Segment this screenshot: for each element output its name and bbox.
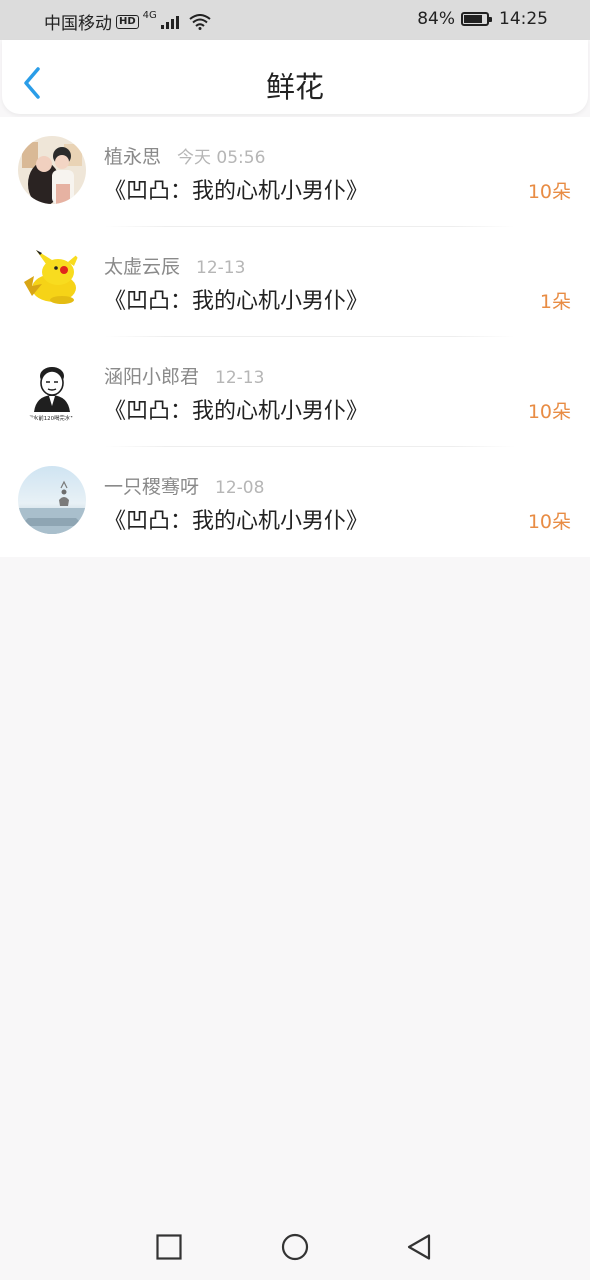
flower-count: 10朵 (527, 401, 571, 423)
flower-record-row[interactable]: 植永思 今天 05:56 《凹凸：我的心机小男仆》 10朵 (0, 117, 590, 227)
meme-caption: 喝水前120喝完水1? (28, 414, 77, 422)
flower-record-row[interactable]: 一只稷骞呀 12-08 《凹凸：我的心机小男仆》 10朵 (0, 447, 590, 557)
network-label: 4G (142, 10, 157, 21)
triangle-back-icon (407, 1234, 431, 1260)
home-button[interactable] (280, 1232, 310, 1262)
page-title: 鲜花 (265, 70, 324, 104)
signal-icon (160, 15, 179, 29)
pikachu-avatar-icon (18, 246, 86, 314)
battery-percent: 84% (417, 9, 455, 29)
meditation-avatar-icon (18, 466, 86, 534)
work-title[interactable]: 《凹凸：我的心机小男仆》 (104, 393, 368, 425)
work-title[interactable]: 《凹凸：我的心机小男仆》 (104, 503, 368, 535)
battery-icon (461, 12, 492, 26)
flower-count: 1朵 (539, 291, 571, 313)
avatar-illustration-icon (18, 136, 86, 204)
status-bar: 中国移动 HD 4G 84% 14:25 (0, 0, 590, 40)
work-title[interactable]: 《凹凸：我的心机小男仆》 (104, 173, 368, 205)
record-meta: 一只稷骞呀 12-08 (104, 472, 264, 499)
system-back-button[interactable] (405, 1232, 435, 1262)
work-title[interactable]: 《凹凸：我的心机小男仆》 (104, 283, 368, 315)
flower-count: 10朵 (527, 181, 571, 203)
carrier-label: 中国移动 (44, 14, 112, 34)
record-meta: 太虚云辰 12-13 (104, 252, 245, 279)
wifi-icon (189, 13, 211, 30)
hd-badge: HD (116, 14, 139, 29)
timestamp: 12-13 (215, 368, 265, 388)
system-nav-bar (0, 1216, 590, 1280)
username[interactable]: 一只稷骞呀 (104, 472, 199, 499)
timestamp: 今天 05:56 (177, 148, 266, 168)
status-left: 中国移动 HD 4G (44, 9, 211, 34)
username[interactable]: 植永思 (104, 142, 161, 169)
circle-icon (281, 1233, 309, 1261)
status-right: 84% 14:25 (417, 9, 548, 29)
record-meta: 植永思 今天 05:56 (104, 142, 265, 169)
record-meta: 涵阳小郎君 12-13 (104, 362, 264, 389)
flower-record-list: 植永思 今天 05:56 《凹凸：我的心机小男仆》 10朵 太虚云辰 12-13… (0, 117, 590, 557)
username[interactable]: 太虚云辰 (104, 252, 180, 279)
square-icon (156, 1234, 182, 1260)
timestamp: 12-08 (215, 478, 265, 498)
timestamp: 12-13 (196, 258, 246, 278)
battery-fill (464, 15, 483, 23)
flower-record-row[interactable]: 喝水前120喝完水1? 涵阳小郎君 12-13 《凹凸：我的心机小男仆》 10朵 (0, 337, 590, 447)
clock: 14:25 (499, 9, 548, 29)
recent-apps-button[interactable] (154, 1232, 184, 1262)
meme-avatar-icon: 喝水前120喝完水1? (18, 356, 86, 424)
flower-count: 10朵 (527, 511, 571, 533)
avatar[interactable] (18, 466, 86, 534)
flower-record-row[interactable]: 太虚云辰 12-13 《凹凸：我的心机小男仆》 1朵 (0, 227, 590, 337)
header: 鲜花 (2, 40, 588, 114)
username[interactable]: 涵阳小郎君 (104, 362, 199, 389)
avatar[interactable]: 喝水前120喝完水1? (18, 356, 86, 424)
avatar[interactable] (18, 246, 86, 314)
avatar[interactable] (18, 136, 86, 204)
